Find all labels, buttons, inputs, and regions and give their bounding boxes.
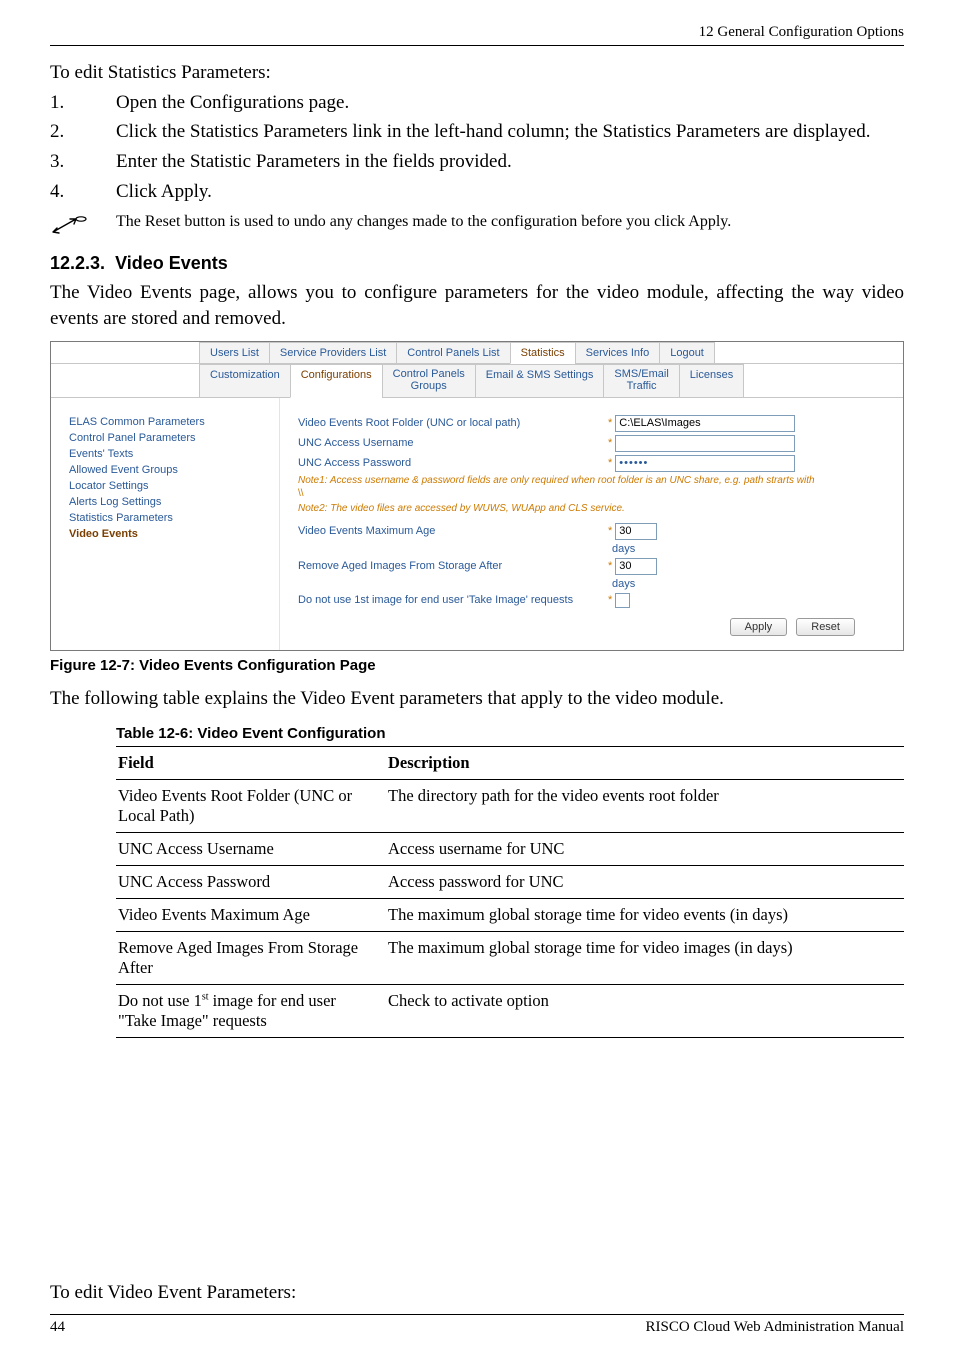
table-title: Table 12-6: Video Event Configuration bbox=[116, 725, 904, 742]
subtab-sms-email-traffic[interactable]: SMS/EmailTraffic bbox=[603, 364, 679, 397]
cell-desc: Check to activate option bbox=[386, 985, 904, 1038]
table-row: UNC Access UsernameAccess username for U… bbox=[116, 833, 904, 866]
table-row: UNC Access PasswordAccess password for U… bbox=[116, 866, 904, 899]
step-number: 3. bbox=[50, 149, 116, 175]
tab-services-info[interactable]: Services Info bbox=[575, 342, 661, 364]
cell-field: Do not use 1st image for end user "Take … bbox=[116, 985, 386, 1038]
tab-logout[interactable]: Logout bbox=[659, 342, 715, 364]
doc-title: RISCO Cloud Web Administration Manual bbox=[645, 1319, 904, 1336]
cell-desc: Access username for UNC bbox=[386, 833, 904, 866]
tab-service-providers-list[interactable]: Service Providers List bbox=[269, 342, 397, 364]
section-heading: 12.2.3. Video Events bbox=[50, 253, 904, 274]
config-screenshot: Users ListService Providers ListControl … bbox=[50, 341, 904, 650]
sidebar-item-alerts-log-settings[interactable]: Alerts Log Settings bbox=[69, 496, 267, 508]
cell-field: Video Events Root Folder (UNC or Local P… bbox=[116, 780, 386, 833]
config-table: Field Description Video Events Root Fold… bbox=[116, 746, 904, 1038]
unc-username-label: UNC Access Username bbox=[298, 437, 608, 449]
cell-desc: The maximum global storage time for vide… bbox=[386, 899, 904, 932]
no-1st-image-label: Do not use 1st image for end user 'Take … bbox=[298, 594, 608, 606]
sidebar-item-locator-settings[interactable]: Locator Settings bbox=[69, 480, 267, 492]
subtab-licenses[interactable]: Licenses bbox=[679, 364, 744, 397]
col-field: Field bbox=[116, 747, 386, 780]
sidebar-item-statistics-parameters[interactable]: Statistics Parameters bbox=[69, 512, 267, 524]
step-number: 4. bbox=[50, 179, 116, 205]
sidebar-item-elas-common-parameters[interactable]: ELAS Common Parameters bbox=[69, 416, 267, 428]
subtab-control-panels-groups[interactable]: Control PanelsGroups bbox=[382, 364, 476, 397]
max-age-input[interactable] bbox=[615, 523, 657, 540]
subtab-configurations[interactable]: Configurations bbox=[290, 364, 383, 397]
table-lead: The following table explains the Video E… bbox=[50, 686, 904, 712]
form-note2: Note2: The video files are accessed by W… bbox=[298, 503, 885, 515]
root-folder-label: Video Events Root Folder (UNC or local p… bbox=[298, 417, 608, 429]
config-main-pane: Video Events Root Folder (UNC or local p… bbox=[280, 398, 903, 650]
col-desc: Description bbox=[386, 747, 904, 780]
no-1st-image-checkbox[interactable] bbox=[615, 593, 630, 608]
subtab-customization[interactable]: Customization bbox=[199, 364, 291, 397]
cell-desc: The maximum global storage time for vide… bbox=[386, 932, 904, 985]
table-row: Video Events Maximum AgeThe maximum glob… bbox=[116, 899, 904, 932]
cell-desc: The directory path for the video events … bbox=[386, 780, 904, 833]
root-folder-input[interactable] bbox=[615, 415, 795, 432]
apply-button[interactable]: Apply bbox=[730, 618, 788, 636]
section-intro: The Video Events page, allows you to con… bbox=[50, 280, 904, 331]
subtab-email-sms-settings[interactable]: Email & SMS Settings bbox=[475, 364, 605, 397]
header-rule bbox=[50, 45, 904, 46]
remove-after-input[interactable] bbox=[615, 558, 657, 575]
reset-button[interactable]: Reset bbox=[796, 618, 855, 636]
table-row: Video Events Root Folder (UNC or Local P… bbox=[116, 780, 904, 833]
form-note1-line2: \\ bbox=[298, 488, 885, 499]
outro-text: To edit Video Event Parameters: bbox=[50, 1280, 904, 1306]
unc-password-input[interactable]: •••••• bbox=[615, 455, 795, 472]
step-row: 2.Click the Statistics Parameters link i… bbox=[50, 119, 904, 145]
days-label: days bbox=[612, 543, 635, 555]
step-number: 1. bbox=[50, 90, 116, 116]
note-icon bbox=[50, 212, 116, 243]
cell-field: Video Events Maximum Age bbox=[116, 899, 386, 932]
step-row: 4.Click Apply. bbox=[50, 179, 904, 205]
step-row: 1.Open the Configurations page. bbox=[50, 90, 904, 116]
sidebar-item-allowed-event-groups[interactable]: Allowed Event Groups bbox=[69, 464, 267, 476]
days-label-2: days bbox=[612, 578, 635, 590]
form-note1: Note1: Access username & password fields… bbox=[298, 475, 885, 487]
step-text: Click Apply. bbox=[116, 179, 904, 205]
sidebar-item-video-events[interactable]: Video Events bbox=[69, 528, 267, 540]
tab-control-panels-list[interactable]: Control Panels List bbox=[396, 342, 510, 364]
chapter-heading: 12 General Configuration Options bbox=[50, 24, 904, 41]
cell-field: Remove Aged Images From Storage After bbox=[116, 932, 386, 985]
sidebar-item-events-texts[interactable]: Events' Texts bbox=[69, 448, 267, 460]
tab-users-list[interactable]: Users List bbox=[199, 342, 270, 364]
step-text: Click the Statistics Parameters link in … bbox=[116, 119, 904, 145]
step-text: Open the Configurations page. bbox=[116, 90, 904, 116]
cell-field: UNC Access Username bbox=[116, 833, 386, 866]
sidebar-item-control-panel-parameters[interactable]: Control Panel Parameters bbox=[69, 432, 267, 444]
unc-password-label: UNC Access Password bbox=[298, 457, 608, 469]
table-row: Remove Aged Images From Storage AfterThe… bbox=[116, 932, 904, 985]
config-sidebar: ELAS Common Parameters Control Panel Para… bbox=[51, 398, 280, 650]
step-text: Enter the Statistic Parameters in the fi… bbox=[116, 149, 904, 175]
remove-after-label: Remove Aged Images From Storage After bbox=[298, 560, 608, 572]
step-number: 2. bbox=[50, 119, 116, 145]
cell-desc: Access password for UNC bbox=[386, 866, 904, 899]
page-number: 44 bbox=[50, 1319, 65, 1336]
tab-statistics[interactable]: Statistics bbox=[510, 342, 576, 364]
step-row: 3.Enter the Statistic Parameters in the … bbox=[50, 149, 904, 175]
table-row: Do not use 1st image for end user "Take … bbox=[116, 985, 904, 1038]
page-footer: 44 RISCO Cloud Web Administration Manual bbox=[50, 1314, 904, 1336]
note-text: The Reset button is used to undo any cha… bbox=[116, 212, 756, 233]
cell-field: UNC Access Password bbox=[116, 866, 386, 899]
intro-text: To edit Statistics Parameters: bbox=[50, 60, 904, 86]
max-age-label: Video Events Maximum Age bbox=[298, 525, 608, 537]
unc-username-input[interactable] bbox=[615, 435, 795, 452]
figure-caption: Figure 12-7: Video Events Configuration … bbox=[50, 657, 904, 674]
